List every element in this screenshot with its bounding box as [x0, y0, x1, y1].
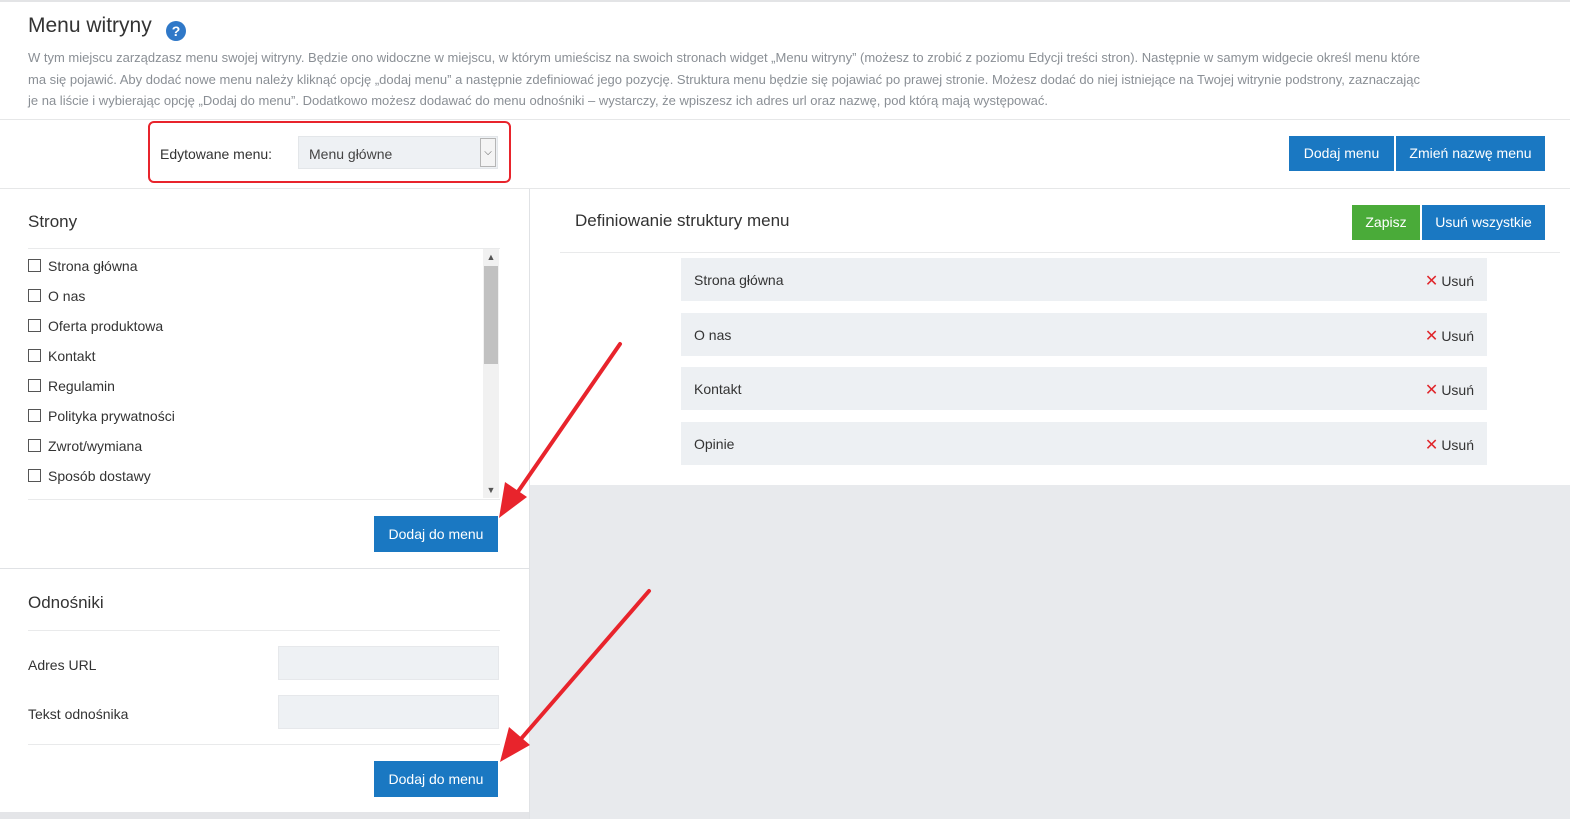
- page-list-item[interactable]: Kontakt: [28, 341, 478, 371]
- scrollbar-thumb[interactable]: [484, 266, 498, 364]
- menu-selector-row: Edytowane menu: Menu główne ⌵ Dodaj menu…: [0, 120, 1570, 188]
- divider: [28, 248, 500, 249]
- page-label: Strona główna: [48, 258, 138, 274]
- close-icon: ✕: [1424, 437, 1439, 454]
- menu-structure-item[interactable]: Opinie ✕ Usuń: [681, 422, 1487, 465]
- close-icon: ✕: [1424, 273, 1439, 290]
- divider: [28, 744, 500, 745]
- edited-menu-select[interactable]: Menu główne ⌵: [298, 136, 498, 169]
- url-input[interactable]: [278, 646, 499, 680]
- pages-scrollbar[interactable]: ▲ ▼: [483, 249, 499, 498]
- page-checkbox[interactable]: [28, 469, 41, 482]
- page-checkbox[interactable]: [28, 289, 41, 302]
- remove-item-button[interactable]: ✕ Usuń: [1425, 380, 1474, 400]
- page-list-item[interactable]: Zwrot/wymiana: [28, 431, 478, 461]
- menu-item-label: Kontakt: [694, 381, 742, 397]
- remove-item-button[interactable]: ✕ Usuń: [1425, 326, 1474, 346]
- page-title: Menu witryny: [28, 14, 152, 37]
- remove-all-button[interactable]: Usuń wszystkie: [1422, 205, 1545, 240]
- remove-label: Usuń: [1441, 328, 1474, 344]
- page-header: Menu witryny ? W tym miejscu zarządzasz …: [0, 2, 1570, 119]
- bottom-strip: [0, 812, 529, 819]
- page-label: Sposób dostawy: [48, 468, 151, 484]
- menu-structure-item[interactable]: Strona główna ✕ Usuń: [681, 258, 1487, 301]
- section-divider: [0, 568, 529, 569]
- page-checkbox[interactable]: [28, 259, 41, 272]
- rename-menu-button[interactable]: Zmień nazwę menu: [1396, 136, 1545, 171]
- links-section-title: Odnośniki: [28, 593, 104, 612]
- page-list-item[interactable]: O nas: [28, 281, 478, 311]
- page-label: Regulamin: [48, 378, 115, 394]
- page-list-item[interactable]: Strona główna: [28, 251, 478, 281]
- chevron-down-icon[interactable]: ⌵: [480, 138, 496, 167]
- empty-area: [530, 485, 1570, 819]
- menu-structure-panel: Definiowanie struktury menu Zapisz Usuń …: [530, 189, 1570, 485]
- page-list-item[interactable]: Sposób dostawy: [28, 461, 478, 491]
- divider: [560, 252, 1560, 253]
- page-label: Zwrot/wymiana: [48, 438, 143, 454]
- scroll-up-icon[interactable]: ▲: [483, 249, 499, 265]
- page-checkbox[interactable]: [28, 439, 41, 452]
- add-menu-button[interactable]: Dodaj menu: [1289, 136, 1394, 171]
- page-list-item[interactable]: Regulamin: [28, 371, 478, 401]
- help-icon[interactable]: ?: [166, 21, 186, 41]
- structure-title: Definiowanie struktury menu: [575, 211, 790, 230]
- add-link-to-menu-button[interactable]: Dodaj do menu: [374, 761, 498, 797]
- page-checkbox[interactable]: [28, 379, 41, 392]
- add-pages-to-menu-button[interactable]: Dodaj do menu: [374, 516, 498, 552]
- page-list-item[interactable]: Polityka prywatności: [28, 401, 478, 431]
- page-list-item[interactable]: [28, 491, 478, 499]
- edited-menu-label: Edytowane menu:: [160, 146, 273, 162]
- page-label: Oferta produktowa: [48, 318, 164, 334]
- page-checkbox[interactable]: [28, 349, 41, 362]
- scroll-down-icon[interactable]: ▼: [483, 482, 499, 498]
- divider: [28, 499, 500, 500]
- pages-section-title: Strony: [28, 212, 78, 231]
- page-label: Kontakt: [48, 348, 96, 364]
- page-label: Polityka prywatności: [48, 408, 175, 424]
- save-button[interactable]: Zapisz: [1352, 205, 1420, 240]
- link-text-input[interactable]: [278, 695, 499, 729]
- menu-item-label: Opinie: [694, 436, 735, 452]
- edited-menu-value: Menu główne: [309, 146, 393, 162]
- remove-label: Usuń: [1441, 437, 1474, 453]
- remove-label: Usuń: [1441, 273, 1474, 289]
- url-field-label: Adres URL: [28, 657, 97, 673]
- close-icon: ✕: [1424, 328, 1439, 345]
- link-text-field-label: Tekst odnośnika: [28, 706, 129, 722]
- menu-item-label: O nas: [694, 327, 732, 343]
- page-description: W tym miejscu zarządzasz menu swojej wit…: [28, 50, 1421, 108]
- menu-item-label: Strona główna: [694, 272, 784, 288]
- divider: [28, 630, 500, 631]
- remove-item-button[interactable]: ✕ Usuń: [1425, 435, 1474, 455]
- remove-item-button[interactable]: ✕ Usuń: [1425, 271, 1474, 291]
- page-list-item[interactable]: Oferta produktowa: [28, 311, 478, 341]
- left-column: Strony Strona główna O nas Oferta produk…: [0, 189, 529, 819]
- menu-structure-item[interactable]: O nas ✕ Usuń: [681, 313, 1487, 356]
- close-icon: ✕: [1424, 382, 1439, 399]
- remove-label: Usuń: [1441, 382, 1474, 398]
- pages-list[interactable]: Strona główna O nas Oferta produktowa Ko…: [28, 251, 500, 499]
- page-checkbox[interactable]: [28, 319, 41, 332]
- menu-structure-item[interactable]: Kontakt ✕ Usuń: [681, 367, 1487, 410]
- page-checkbox[interactable]: [28, 409, 41, 422]
- page-label: O nas: [48, 288, 86, 304]
